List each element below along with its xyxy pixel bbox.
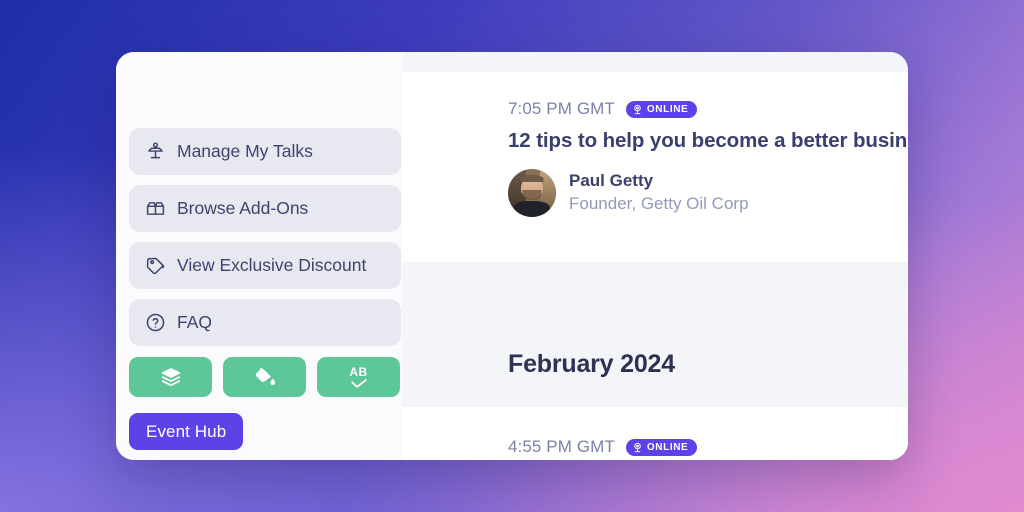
status-badge-label: ONLINE (646, 441, 689, 453)
speaker[interactable]: Paul Getty Founder, Getty Oil Corp (368, 169, 908, 217)
avatar (508, 169, 556, 217)
session-list[interactable]: 7:05 PM GMT ONLINE 12 tips to help you b… (368, 52, 908, 460)
tag-icon (146, 257, 165, 275)
session-title[interactable]: 12 tips to help you become a better busi… (368, 129, 908, 153)
check-icon (350, 379, 367, 388)
menu-item-label: View Exclusive Discount (177, 255, 367, 275)
speaker-name: Paul Getty (569, 171, 654, 191)
menu-item-label: Manage My Talks (177, 141, 313, 161)
menu-item-browse-add-ons[interactable]: Browse Add-Ons (129, 185, 401, 232)
status-badge-label: ONLINE (646, 103, 689, 115)
session-card[interactable]: 4:55 PM GMT ONLINE (368, 407, 908, 460)
session-card[interactable]: 7:05 PM GMT ONLINE 12 tips to help you b… (368, 72, 908, 262)
month-heading: February 2024 (508, 350, 675, 378)
fill-tool-button[interactable] (223, 357, 306, 397)
layers-icon (161, 368, 180, 387)
app-background: 7:05 PM GMT ONLINE 12 tips to help you b… (0, 0, 1024, 512)
question-circle-icon (146, 313, 165, 332)
ab-label: AB (349, 365, 368, 379)
session-meta: 4:55 PM GMT ONLINE (368, 407, 908, 457)
open-box-icon (146, 202, 165, 215)
menu-item-label: Browse Add-Ons (177, 198, 309, 218)
webcam-icon (634, 442, 641, 452)
layers-tool-button[interactable] (129, 357, 212, 397)
session-time: 4:55 PM GMT (508, 437, 615, 456)
menu-panel: Manage My Talks Browse Add-Ons View Excl… (116, 52, 402, 460)
speaker-role: Founder, Getty Oil Corp (569, 194, 749, 213)
session-time: 7:05 PM GMT (508, 99, 615, 118)
webcam-icon (634, 104, 641, 114)
event-hub-button[interactable]: Event Hub (129, 413, 244, 450)
paint-bucket-icon (255, 367, 275, 385)
menu-item-label: FAQ (177, 312, 213, 332)
status-badge: ONLINE (625, 100, 698, 118)
menu-item-faq[interactable]: FAQ (129, 299, 401, 346)
session-meta: 7:05 PM GMT ONLINE (368, 72, 908, 119)
menu-item-view-exclusive-discount[interactable]: View Exclusive Discount (129, 242, 401, 289)
tool-row: AB (129, 357, 400, 397)
spellcheck-tool-button[interactable]: AB (317, 357, 400, 397)
event-hub-label: Event Hub (146, 421, 227, 441)
menu-item-manage-my-talks[interactable]: Manage My Talks (129, 128, 401, 175)
ab-check-icon: AB (349, 366, 367, 388)
podium-icon (148, 142, 163, 159)
status-badge: ONLINE (625, 438, 698, 456)
speaker-text: Paul Getty Founder, Getty Oil Corp (569, 170, 749, 216)
